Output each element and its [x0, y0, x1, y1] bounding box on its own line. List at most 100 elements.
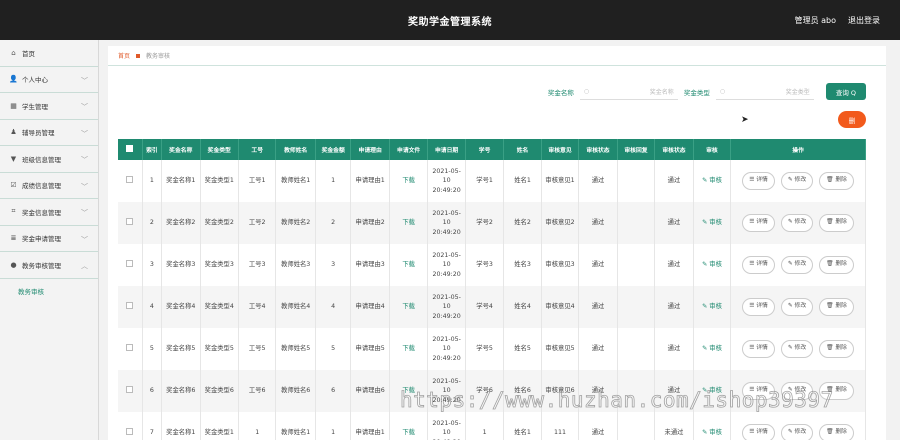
row-checkbox[interactable]: [126, 385, 134, 393]
detail-button[interactable]: ☰ 详情: [742, 256, 775, 274]
main-content: 首页 教务审核 奖金名称 ○ 奖金名称 奖金类型 ○ 奖金类型 查询 Q 删 ➤…: [108, 46, 886, 440]
table-cell: 2: [315, 202, 352, 244]
delete-button[interactable]: 🗑 删除: [819, 424, 854, 440]
table-cell: 申请理由1: [350, 412, 390, 440]
row-checkbox[interactable]: [126, 427, 134, 435]
delete-button[interactable]: 🗑 删除: [819, 214, 854, 232]
table-cell: [617, 202, 656, 244]
audit-link[interactable]: ✎ 审核: [693, 160, 732, 202]
select-all-checkbox[interactable]: [126, 145, 134, 152]
sidebar-item-label: 首页: [22, 49, 35, 58]
download-link[interactable]: 下载: [389, 160, 429, 202]
column-header: 审核回复: [617, 139, 656, 160]
table-cell: 工号2: [238, 202, 277, 244]
download-link[interactable]: 下载: [389, 328, 429, 370]
bonus-type-input[interactable]: ○ 奖金类型: [715, 84, 814, 100]
sidebar-item[interactable]: 👤 个人中心 ﹀: [0, 67, 98, 93]
table-cell: 申请理由1: [350, 160, 390, 202]
table-cell: 奖金类型4: [200, 286, 240, 328]
row-select-cell: [118, 328, 143, 370]
download-link[interactable]: 下载: [389, 412, 429, 440]
detail-button[interactable]: ☰ 详情: [742, 214, 775, 232]
sidebar-item[interactable]: ☑ 成绩信息管理 ﹀: [0, 173, 98, 199]
table-cell: 奖金名称5: [161, 328, 201, 370]
edit-button[interactable]: ✎ 修改: [780, 340, 814, 358]
chevron-down-icon: ﹀: [81, 76, 88, 85]
batch-delete-button[interactable]: 删: [838, 111, 866, 128]
sidebar-item-label: 成绩信息管理: [22, 182, 61, 191]
detail-button[interactable]: ☰ 详情: [742, 172, 775, 190]
audit-link[interactable]: ✎ 审核: [693, 244, 732, 286]
table-cell: 通过: [654, 328, 694, 370]
query-button[interactable]: 查询 Q: [825, 83, 866, 100]
sidebar-item[interactable]: ♟ 辅导员管理 ﹀: [0, 120, 98, 146]
logout-link[interactable]: 退出登录: [848, 15, 880, 26]
table-row: 5 奖金名称5 奖金类型5 工号5 教师姓名5 5 申请理由5 下载 2021-05-10 20…: [118, 328, 866, 370]
download-link[interactable]: 下载: [389, 202, 429, 244]
row-actions: ☰ 详情 ✎ 修改 🗑 删除: [730, 160, 866, 202]
download-link[interactable]: 下载: [389, 286, 429, 328]
row-checkbox[interactable]: [126, 175, 134, 183]
edit-button[interactable]: ✎ 修改: [780, 298, 814, 316]
sidebar-item[interactable]: ● 教务审核管理 ︿: [0, 252, 98, 279]
action-group: ☰ 详情 ✎ 修改 🗑 删除: [731, 172, 864, 190]
table-row: 7奖金名称1奖金类型11教师姓名11申请理由1下载2021-05-10 20:4…: [118, 412, 866, 440]
delete-button[interactable]: 🗑 删除: [819, 256, 854, 274]
edit-button[interactable]: ✎ 修改: [780, 214, 814, 232]
audit-link[interactable]: ✎ 审核: [693, 202, 732, 244]
table-cell: 7: [142, 412, 163, 440]
audit-link[interactable]: ✎ 审核: [693, 412, 732, 440]
row-checkbox[interactable]: [126, 217, 134, 225]
delete-button[interactable]: 🗑 删除: [819, 298, 854, 316]
table-cell: 教师姓名3: [275, 244, 316, 286]
table-cell: 通过: [654, 160, 694, 202]
submenu-item[interactable]: 教务审核: [0, 279, 98, 303]
table-cell: 通过: [654, 244, 694, 286]
bonus-name-input[interactable]: ○ 奖金名称: [579, 84, 678, 100]
menu-icon: ●: [10, 260, 17, 269]
sidebar-item[interactable]: ≣ 奖金申请管理 ﹀: [0, 226, 98, 252]
table-cell: 奖金名称1: [161, 412, 201, 440]
table-cell: 2021-05-10 20:49:20: [427, 412, 466, 440]
table-cell: 奖金类型3: [200, 244, 240, 286]
audit-link[interactable]: ✎ 审核: [693, 286, 732, 328]
table-cell: 姓名2: [503, 202, 542, 244]
row-checkbox[interactable]: [126, 259, 134, 267]
download-link[interactable]: 下载: [389, 244, 429, 286]
table-cell: 工号3: [238, 244, 277, 286]
top-bar: 奖助学金管理系统 管理员 abo 退出登录: [0, 0, 900, 40]
table-cell: 学号5: [465, 328, 505, 370]
row-actions: ☰ 详情 ✎ 修改 🗑 删除: [730, 412, 866, 440]
bonus-type-label: 奖金类型: [683, 88, 710, 97]
sidebar-item[interactable]: ▦ 学生管理 ﹀: [0, 93, 98, 120]
delete-button[interactable]: 🗑 删除: [819, 172, 854, 190]
sidebar: ⌂ 首页 👤 个人中心 ﹀ ▦ 学生管理 ﹀ ♟ 辅导员管理 ﹀ ▼ 班级信息管理 ﹀ ☑ 成绩信息管理 ﹀ ⌗ 奖…: [0, 40, 99, 440]
table-cell: 奖金类型6: [200, 370, 240, 412]
row-checkbox[interactable]: [126, 343, 134, 351]
detail-button[interactable]: ☰ 详情: [742, 340, 775, 358]
audit-link[interactable]: ✎ 审核: [693, 328, 732, 370]
column-header: 工号: [238, 139, 277, 160]
edit-button[interactable]: ✎ 修改: [780, 256, 814, 274]
sidebar-item[interactable]: ▼ 班级信息管理 ﹀: [0, 146, 98, 173]
edit-button[interactable]: ✎ 修改: [780, 424, 814, 440]
row-select-cell: [118, 244, 143, 286]
table-cell: 学号4: [465, 286, 505, 328]
table-cell: 1: [465, 412, 505, 440]
breadcrumb-home[interactable]: 首页: [118, 51, 130, 60]
table-cell: 姓名4: [503, 286, 542, 328]
detail-button[interactable]: ☰ 详情: [742, 298, 775, 316]
table-cell: 奖金名称3: [161, 244, 201, 286]
current-user: 管理员 abo: [794, 16, 836, 25]
sidebar-item[interactable]: ⌂ 首页: [0, 40, 98, 67]
mouse-cursor-icon: ➤: [741, 115, 749, 125]
delete-button[interactable]: 🗑 删除: [819, 340, 854, 358]
table-cell: 申请理由5: [350, 328, 390, 370]
sidebar-item[interactable]: ⌗ 奖金信息管理 ﹀: [0, 199, 98, 226]
edit-button[interactable]: ✎ 修改: [780, 172, 814, 190]
row-actions: ☰ 详情 ✎ 修改 🗑 删除: [730, 244, 866, 286]
detail-button[interactable]: ☰ 详情: [742, 424, 775, 440]
row-checkbox[interactable]: [126, 301, 134, 309]
table-cell: 审核意见2: [541, 202, 580, 244]
row-select-cell: [118, 202, 143, 244]
